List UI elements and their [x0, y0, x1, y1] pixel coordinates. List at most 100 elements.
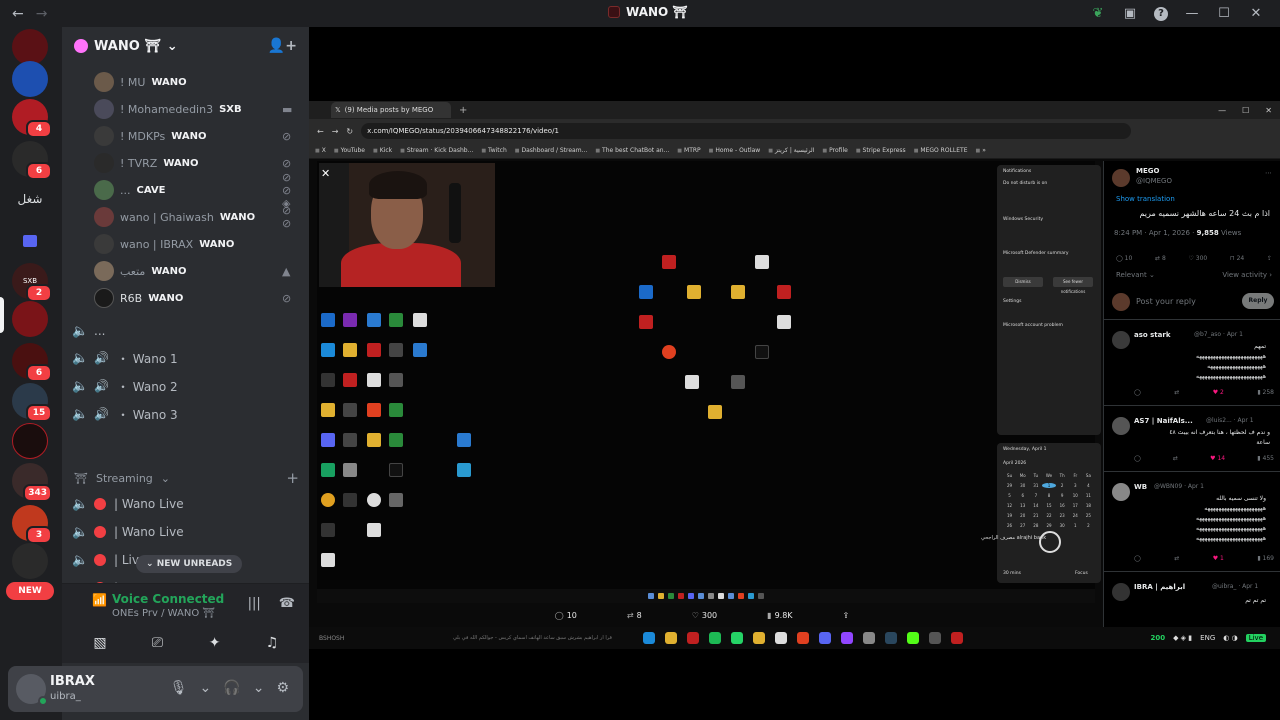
server-icon-11[interactable]: 3: [12, 505, 52, 544]
disconnect-icon[interactable]: ☎: [279, 596, 295, 611]
headphones-icon[interactable]: 🎧: [223, 680, 240, 696]
member-name: ...: [120, 183, 131, 197]
signal-icon[interactable]: 📶: [92, 593, 107, 607]
server-icon-9[interactable]: [12, 423, 48, 459]
calendar-day-cell: 2: [1087, 523, 1090, 528]
whatsapp-icon: [731, 632, 743, 644]
folder-icon[interactable]: [12, 223, 48, 259]
minimize-button[interactable]: —: [1184, 6, 1200, 21]
settings-gear-icon[interactable]: ⚙: [276, 680, 289, 696]
deafened-icon: ⊘: [282, 156, 292, 170]
server-icon-12[interactable]: [12, 543, 48, 579]
new-unreads-label: NEW UNREADS: [156, 559, 233, 569]
view-count: ▮ 258: [1257, 389, 1274, 396]
server-icon-3[interactable]: 4: [12, 99, 52, 138]
server-icon-2[interactable]: [12, 61, 48, 97]
video-player: ✕ Notifications Do not disturb is on Win…: [317, 161, 1101, 589]
server-icon-1[interactable]: [12, 29, 48, 65]
server-icon-5[interactable]: شغل: [12, 181, 48, 217]
server-icon-wano[interactable]: [12, 301, 48, 337]
screen-share-button[interactable]: ⎚: [129, 630, 185, 656]
add-channel-icon[interactable]: +: [286, 469, 299, 487]
new-servers-pill[interactable]: NEW: [6, 582, 54, 600]
server-icon-7[interactable]: 6: [12, 343, 52, 382]
chevron-down-icon[interactable]: ⌄: [200, 680, 212, 696]
avatar: [94, 153, 114, 173]
desktop-icon: [687, 285, 701, 299]
server-icon-8[interactable]: 15: [12, 383, 52, 422]
post-author: MEGO: [1136, 167, 1160, 175]
voice-connection-panel: 📶 Voice Connected ONEs Prv / WANO ⛩ ||| …: [62, 583, 309, 663]
replies-count: 10: [566, 610, 577, 620]
avatar: [94, 234, 114, 254]
view-count-value: 258: [1262, 389, 1274, 396]
leaf-icon[interactable]: ❦: [1090, 6, 1106, 21]
voice-channel[interactable]: 🔈 🔊 ・ Wano 2: [72, 374, 302, 398]
voice-member[interactable]: ! Mohamededin3 SXB ▬: [94, 98, 292, 120]
microphone-icon[interactable]: 🎙: [170, 680, 188, 696]
voice-status[interactable]: Voice Connected: [112, 592, 224, 606]
member-name: R6B: [120, 291, 143, 305]
comment-line: ههههههههههههههههههههههههه: [1196, 515, 1266, 522]
help-icon[interactable]: ?: [1154, 6, 1168, 21]
divider: [1104, 571, 1280, 572]
new-unreads-button[interactable]: ⌄ NEW UNREADS: [136, 555, 243, 573]
stream-channel[interactable]: 🔈 | Wano Live: [72, 492, 302, 516]
voice-channel[interactable]: 🔈 🔊 ・ Wano 3: [72, 402, 302, 426]
maximize-button[interactable]: ☐: [1216, 6, 1232, 21]
account-problem-text: Microsoft account problem: [1003, 323, 1063, 328]
voice-channel[interactable]: 🔈 ...: [72, 319, 302, 343]
view-count-value: 169: [1262, 555, 1274, 562]
voice-member[interactable]: ! TVRZ WANO ⊘: [94, 152, 291, 174]
voice-member[interactable]: R6B WANO ⊘: [94, 287, 291, 309]
voice-member[interactable]: متعب WANO ▲: [94, 260, 290, 282]
close-button[interactable]: ✕: [1248, 6, 1264, 21]
stream-viewer[interactable]: 𝕏 (9) Media posts by MEGO + — ☐ ✕ ← → ↻ x.c…: [309, 27, 1280, 720]
server-icon-10[interactable]: 343: [12, 463, 52, 502]
activities-button[interactable]: ✦: [187, 630, 243, 656]
camera-off-button[interactable]: ▧: [72, 630, 128, 656]
calendar-day-cell: 20: [1020, 513, 1026, 518]
avatar: [94, 207, 114, 227]
browser-window-controls: — ☐ ✕: [1218, 105, 1272, 115]
noise-suppression-icon[interactable]: |||: [248, 596, 261, 611]
desktop-icon: [343, 403, 357, 417]
comment-author: IBRA | ابراهيم: [1134, 583, 1186, 591]
server-icon-sxb[interactable]: SXB 2: [12, 263, 52, 302]
server-header[interactable]: WANO ⛩ ⌄ 👤+: [62, 27, 309, 65]
voice-member[interactable]: ! MDKPs WANO ⊘: [94, 125, 291, 147]
reply-composer: Post your reply Reply: [1110, 293, 1274, 311]
voice-channel[interactable]: 🔈 🔊 ・ Wano 1: [72, 346, 302, 370]
channel-name: ...: [94, 324, 106, 338]
bookmark-count-value: 24: [1236, 255, 1245, 262]
desktop-icon: [389, 493, 403, 507]
inbox-icon[interactable]: ▣: [1122, 6, 1138, 21]
soundboard-button[interactable]: ♫: [244, 630, 300, 656]
bookmark: MTRP: [677, 147, 701, 154]
desktop-icon: [389, 313, 403, 327]
voice-member[interactable]: wano | IBRAX WANO: [94, 233, 234, 255]
repost-icon: ⇄: [1174, 389, 1180, 396]
calendar-day-cell: 4: [1087, 483, 1090, 488]
forward-arrow-icon[interactable]: →: [36, 6, 48, 22]
voice-member[interactable]: wano | Ghaiwash WANO ⊘ ⊘: [94, 204, 291, 230]
back-arrow-icon[interactable]: ←: [12, 6, 24, 22]
desktop-icon: [367, 403, 381, 417]
avatar: [94, 72, 114, 92]
member-tag: SXB: [219, 103, 242, 115]
history-nav: ← →: [0, 6, 47, 22]
voice-member[interactable]: ... CAVE ⊘ ⊘ ◈: [94, 171, 291, 210]
user-name[interactable]: IBRAX: [50, 674, 95, 689]
bookmark-count: ⊓ 24: [1229, 255, 1245, 262]
bookmark: Profile: [822, 147, 848, 154]
hair-shape: [369, 171, 427, 199]
category-streaming[interactable]: ⛩ Streaming ⌄ +: [74, 469, 299, 487]
stream-channel[interactable]: 🔈 | Wano Live: [72, 520, 302, 544]
server-icon-4[interactable]: 6: [12, 141, 52, 180]
add-member-icon[interactable]: 👤+: [268, 38, 297, 54]
voice-member[interactable]: ! MU WANO: [94, 71, 187, 93]
comment-line: ساعة: [1256, 439, 1270, 446]
dnd-text: Do not disturb is on: [1003, 181, 1048, 186]
voice-location[interactable]: ONEs Prv / WANO ⛩: [112, 608, 215, 619]
chevron-down-icon[interactable]: ⌄: [253, 680, 265, 696]
